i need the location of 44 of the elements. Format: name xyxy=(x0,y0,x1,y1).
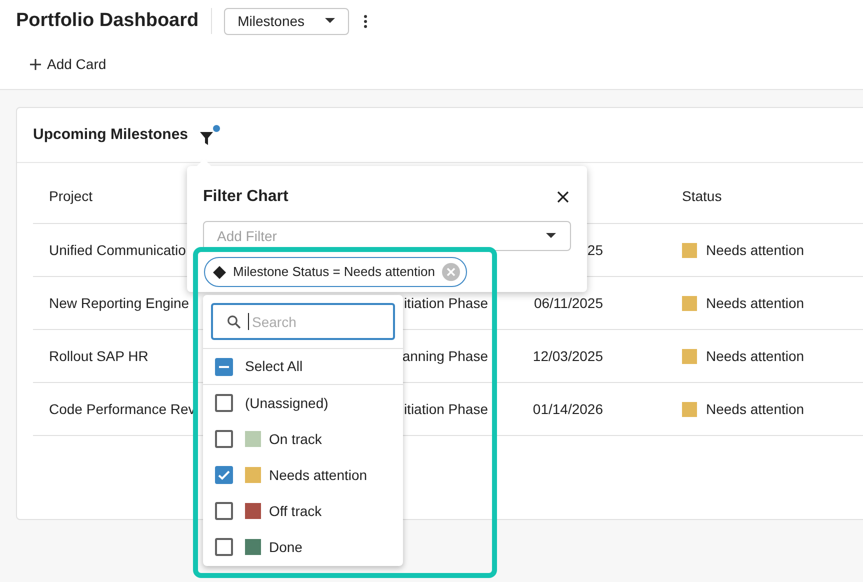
checkbox[interactable] xyxy=(215,358,233,376)
table-cell-text: New Reporting Engine xyxy=(49,294,190,313)
add-filter-select[interactable]: Add Filter xyxy=(203,221,571,251)
option-label[interactable]: Needs attention xyxy=(269,464,368,486)
checkbox[interactable] xyxy=(215,538,233,556)
checkbox[interactable] xyxy=(215,394,233,412)
card-title: Upcoming Milestones xyxy=(33,124,188,145)
checkbox[interactable] xyxy=(215,502,233,520)
table-cell-text: 01/14/2026 xyxy=(532,400,603,418)
close-button[interactable] xyxy=(557,191,569,203)
table-cell-text: Rollout SAP HR xyxy=(49,346,148,366)
status-label: Needs attention xyxy=(706,400,804,418)
chip-label: Milestone Status = Needs attention xyxy=(233,263,435,282)
status-label: Needs attention xyxy=(706,346,804,366)
table-cell-text: itiation Phase xyxy=(404,400,488,418)
table-cell-text: 25 xyxy=(587,240,603,260)
search-field[interactable]: Search xyxy=(211,303,395,340)
table-cell-text: Unified Communicatio xyxy=(49,240,186,260)
plus-icon xyxy=(29,58,42,71)
option-label[interactable]: Select All xyxy=(245,356,303,377)
checkbox[interactable] xyxy=(215,466,233,484)
column-header: Project xyxy=(48,187,93,206)
caret-icon xyxy=(546,233,556,239)
option-label[interactable]: (Unassigned) xyxy=(245,392,328,414)
table-cell-text: 12/03/2025 xyxy=(532,346,603,366)
add-card-button[interactable]: Add Card xyxy=(29,54,106,75)
option-label[interactable]: Off track xyxy=(269,500,322,522)
table-cell-text: itiation Phase xyxy=(404,294,488,312)
search-icon xyxy=(227,315,241,329)
option-label[interactable]: On track xyxy=(269,428,322,450)
status-label: Needs attention xyxy=(706,240,804,260)
checkbox[interactable] xyxy=(215,430,233,448)
option-label[interactable]: Done xyxy=(269,536,302,558)
column-header: Status xyxy=(682,187,722,206)
diamond-icon xyxy=(213,266,226,278)
popover-title: Filter Chart xyxy=(203,187,288,207)
filter-button[interactable] xyxy=(200,125,220,145)
filter-chip[interactable]: Milestone Status = Needs attention xyxy=(204,257,467,287)
status-label: Needs attention xyxy=(706,294,804,312)
table-cell-text: 06/11/2025 xyxy=(534,294,603,312)
page-title: Portfolio Dashboard xyxy=(16,8,199,33)
table-cell-text: anning Phase xyxy=(402,346,488,366)
view-select[interactable]: Milestones xyxy=(224,8,349,34)
caret-icon xyxy=(324,18,335,24)
